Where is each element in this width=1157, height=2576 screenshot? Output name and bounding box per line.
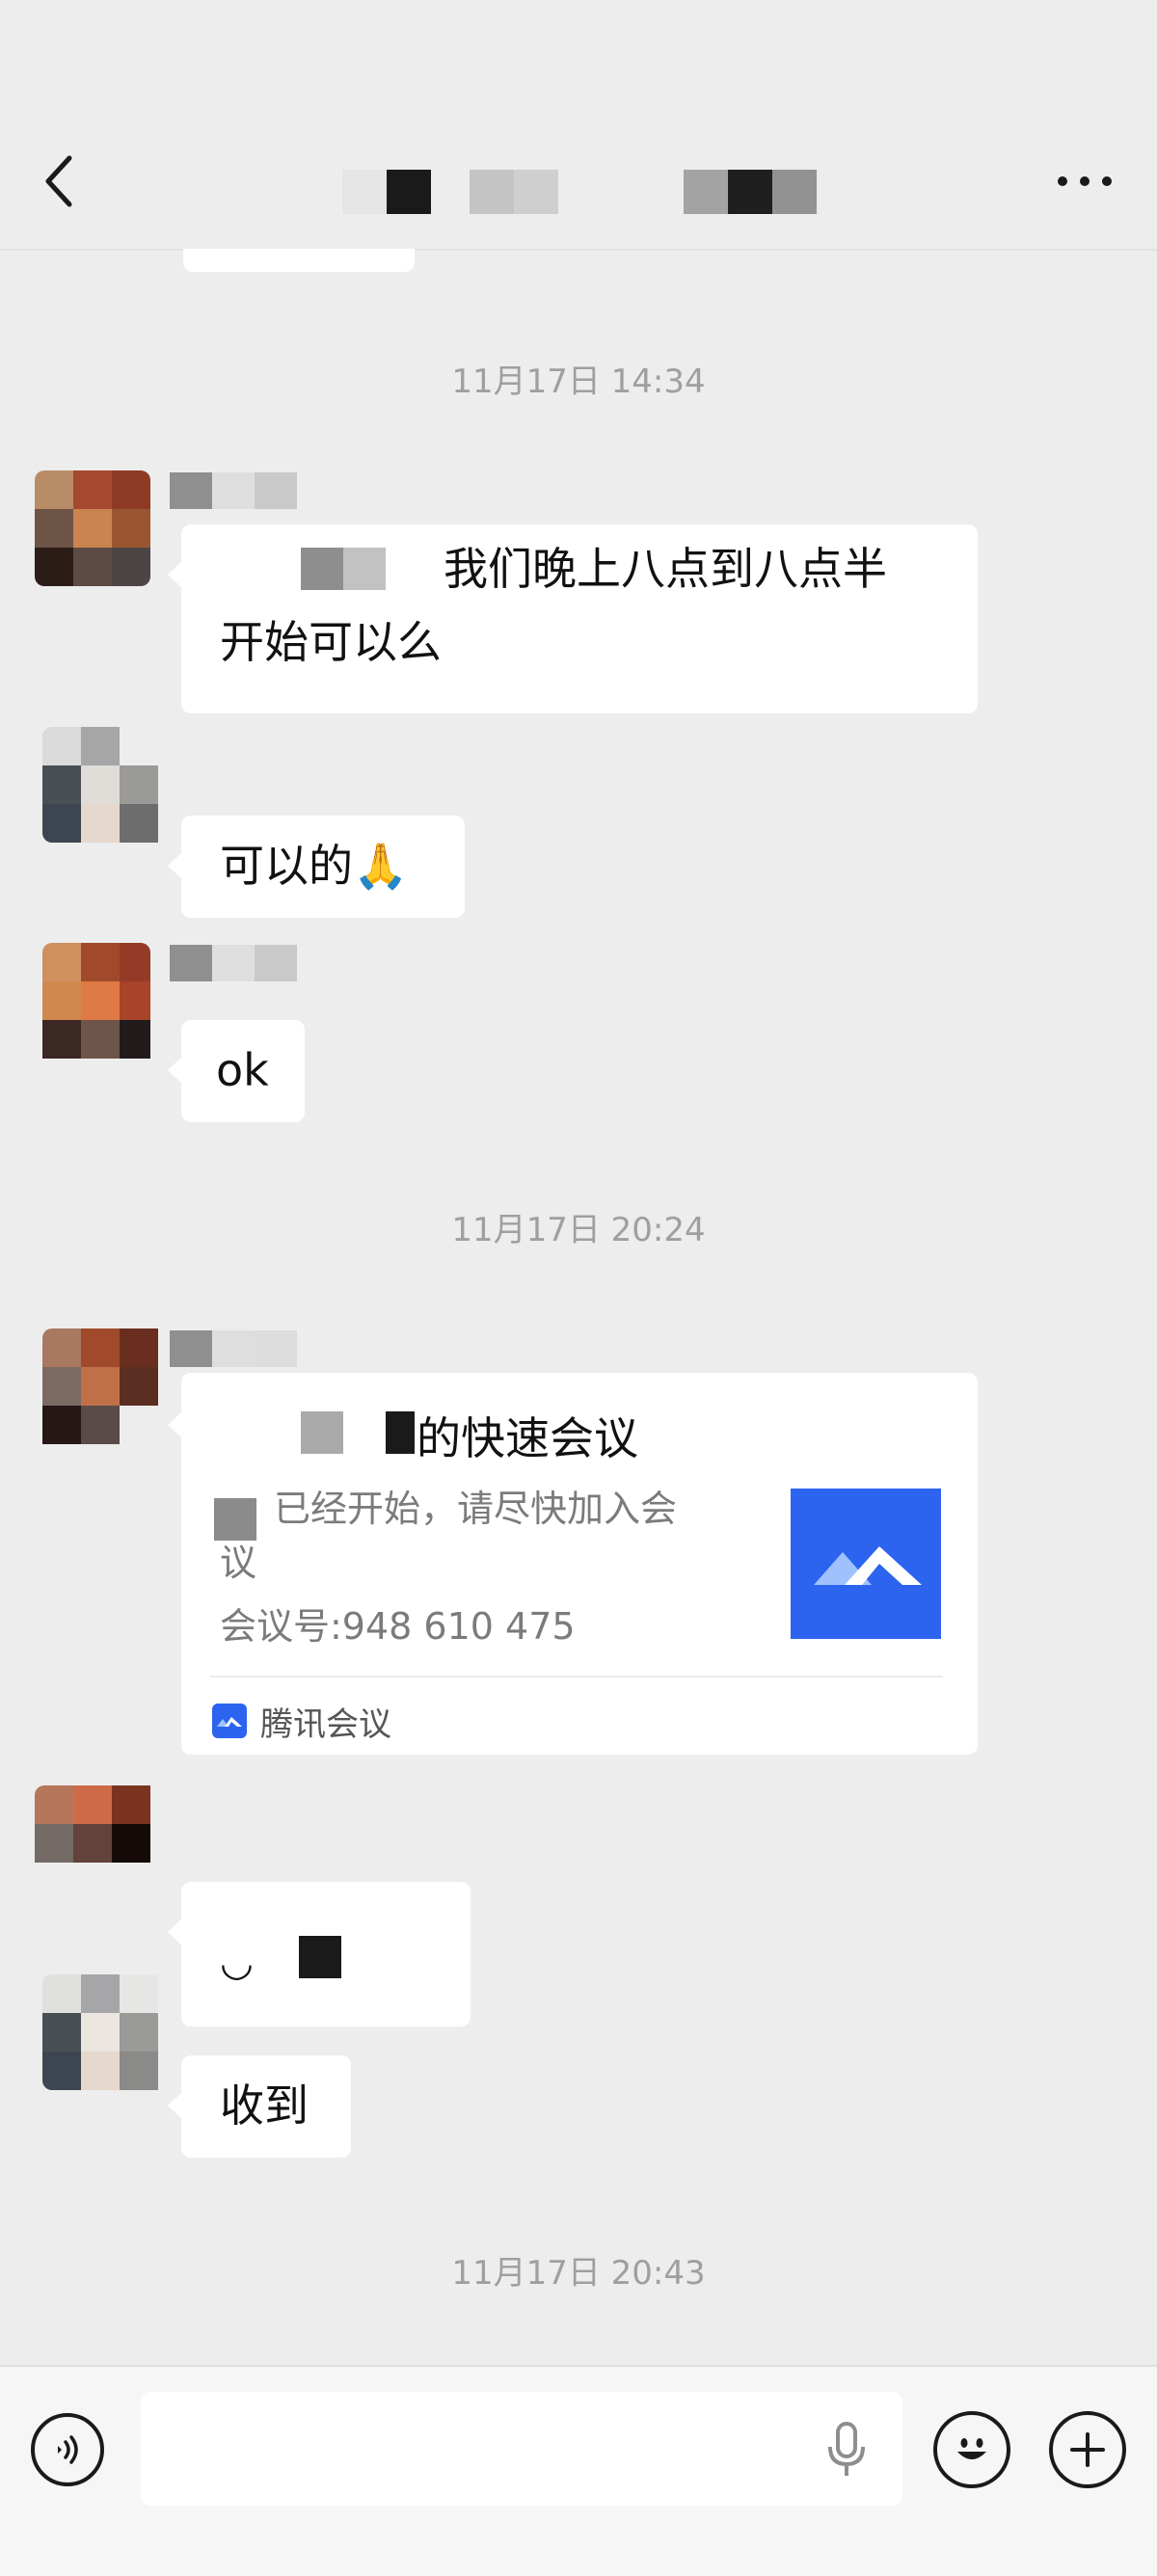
timestamp: 11月17日 20:24 xyxy=(451,1211,706,1249)
more-horizontal-icon xyxy=(1058,176,1112,186)
card-source-label: 腾讯会议 xyxy=(260,1704,391,1744)
chevron-left-icon xyxy=(45,155,72,207)
message-list[interactable]: 11月17日 14:34 我们晚上八点到八点半 开始可以么 可以的🙏 ok 11… xyxy=(0,249,1157,2365)
message-bubble[interactable]: 可以的🙏 xyxy=(168,816,465,918)
avatar[interactable] xyxy=(42,943,150,1070)
plus-button[interactable] xyxy=(1049,2411,1126,2488)
avatar[interactable] xyxy=(35,1785,170,1913)
timestamp: 11月17日 20:43 xyxy=(451,2254,706,2293)
voice-icon xyxy=(58,2435,78,2464)
chat-title xyxy=(342,170,817,214)
mic-button[interactable] xyxy=(824,2420,869,2480)
message-text: 开始可以么 xyxy=(220,616,442,668)
avatar[interactable] xyxy=(35,470,150,586)
pray-emoji: 🙏 xyxy=(353,840,409,892)
chat-header xyxy=(0,0,1157,251)
message-text: 可以的 xyxy=(220,840,353,892)
sender-name xyxy=(170,945,297,981)
message-bubble[interactable]: 我们晚上八点到八点半 开始可以么 xyxy=(168,524,978,713)
card-source: 腾讯会议 xyxy=(212,1699,391,1744)
message-input[interactable] xyxy=(141,2392,902,2506)
avatar[interactable] xyxy=(42,727,170,843)
input-bar xyxy=(0,2365,1157,2576)
tencent-meeting-icon xyxy=(212,1704,247,1738)
voice-button[interactable] xyxy=(31,2413,104,2486)
redacted-mark: ◡ xyxy=(220,1941,254,1985)
meeting-title: 的快速会议 xyxy=(417,1412,638,1464)
more-button[interactable] xyxy=(1051,162,1118,201)
previous-bubble-fragment xyxy=(183,249,415,272)
sender-name xyxy=(170,472,297,509)
sender-name xyxy=(170,1330,297,1367)
mic-icon xyxy=(828,2422,865,2476)
plus-icon xyxy=(1070,2432,1105,2467)
divider xyxy=(210,1676,943,1677)
message-bubble[interactable]: 收到 xyxy=(168,2055,351,2158)
message-text: 收到 xyxy=(220,2080,309,2132)
message-text: ok xyxy=(216,1044,269,1096)
avatar[interactable] xyxy=(42,1974,170,2090)
meeting-card[interactable]: 的快速会议 已经开始，请尽快加入会 议 会议号:948 610 475 腾讯会议 xyxy=(168,1373,978,1755)
message-bubble[interactable]: ◡ xyxy=(168,1882,471,2026)
emoji-button[interactable] xyxy=(933,2411,1010,2488)
meeting-description: 已经开始，请尽快加入会 议 会议号:948 610 475 xyxy=(220,1477,779,1658)
back-button[interactable] xyxy=(39,152,87,210)
avatar[interactable] xyxy=(42,1328,170,1456)
tencent-meeting-logo-icon xyxy=(791,1489,941,1639)
message-bubble[interactable]: ok xyxy=(168,1020,305,1122)
meeting-id: 会议号:948 610 475 xyxy=(220,1605,576,1648)
message-text: 我们晚上八点到八点半 xyxy=(444,543,887,595)
timestamp: 11月17日 14:34 xyxy=(451,362,706,401)
emoji-icon xyxy=(957,2438,986,2459)
